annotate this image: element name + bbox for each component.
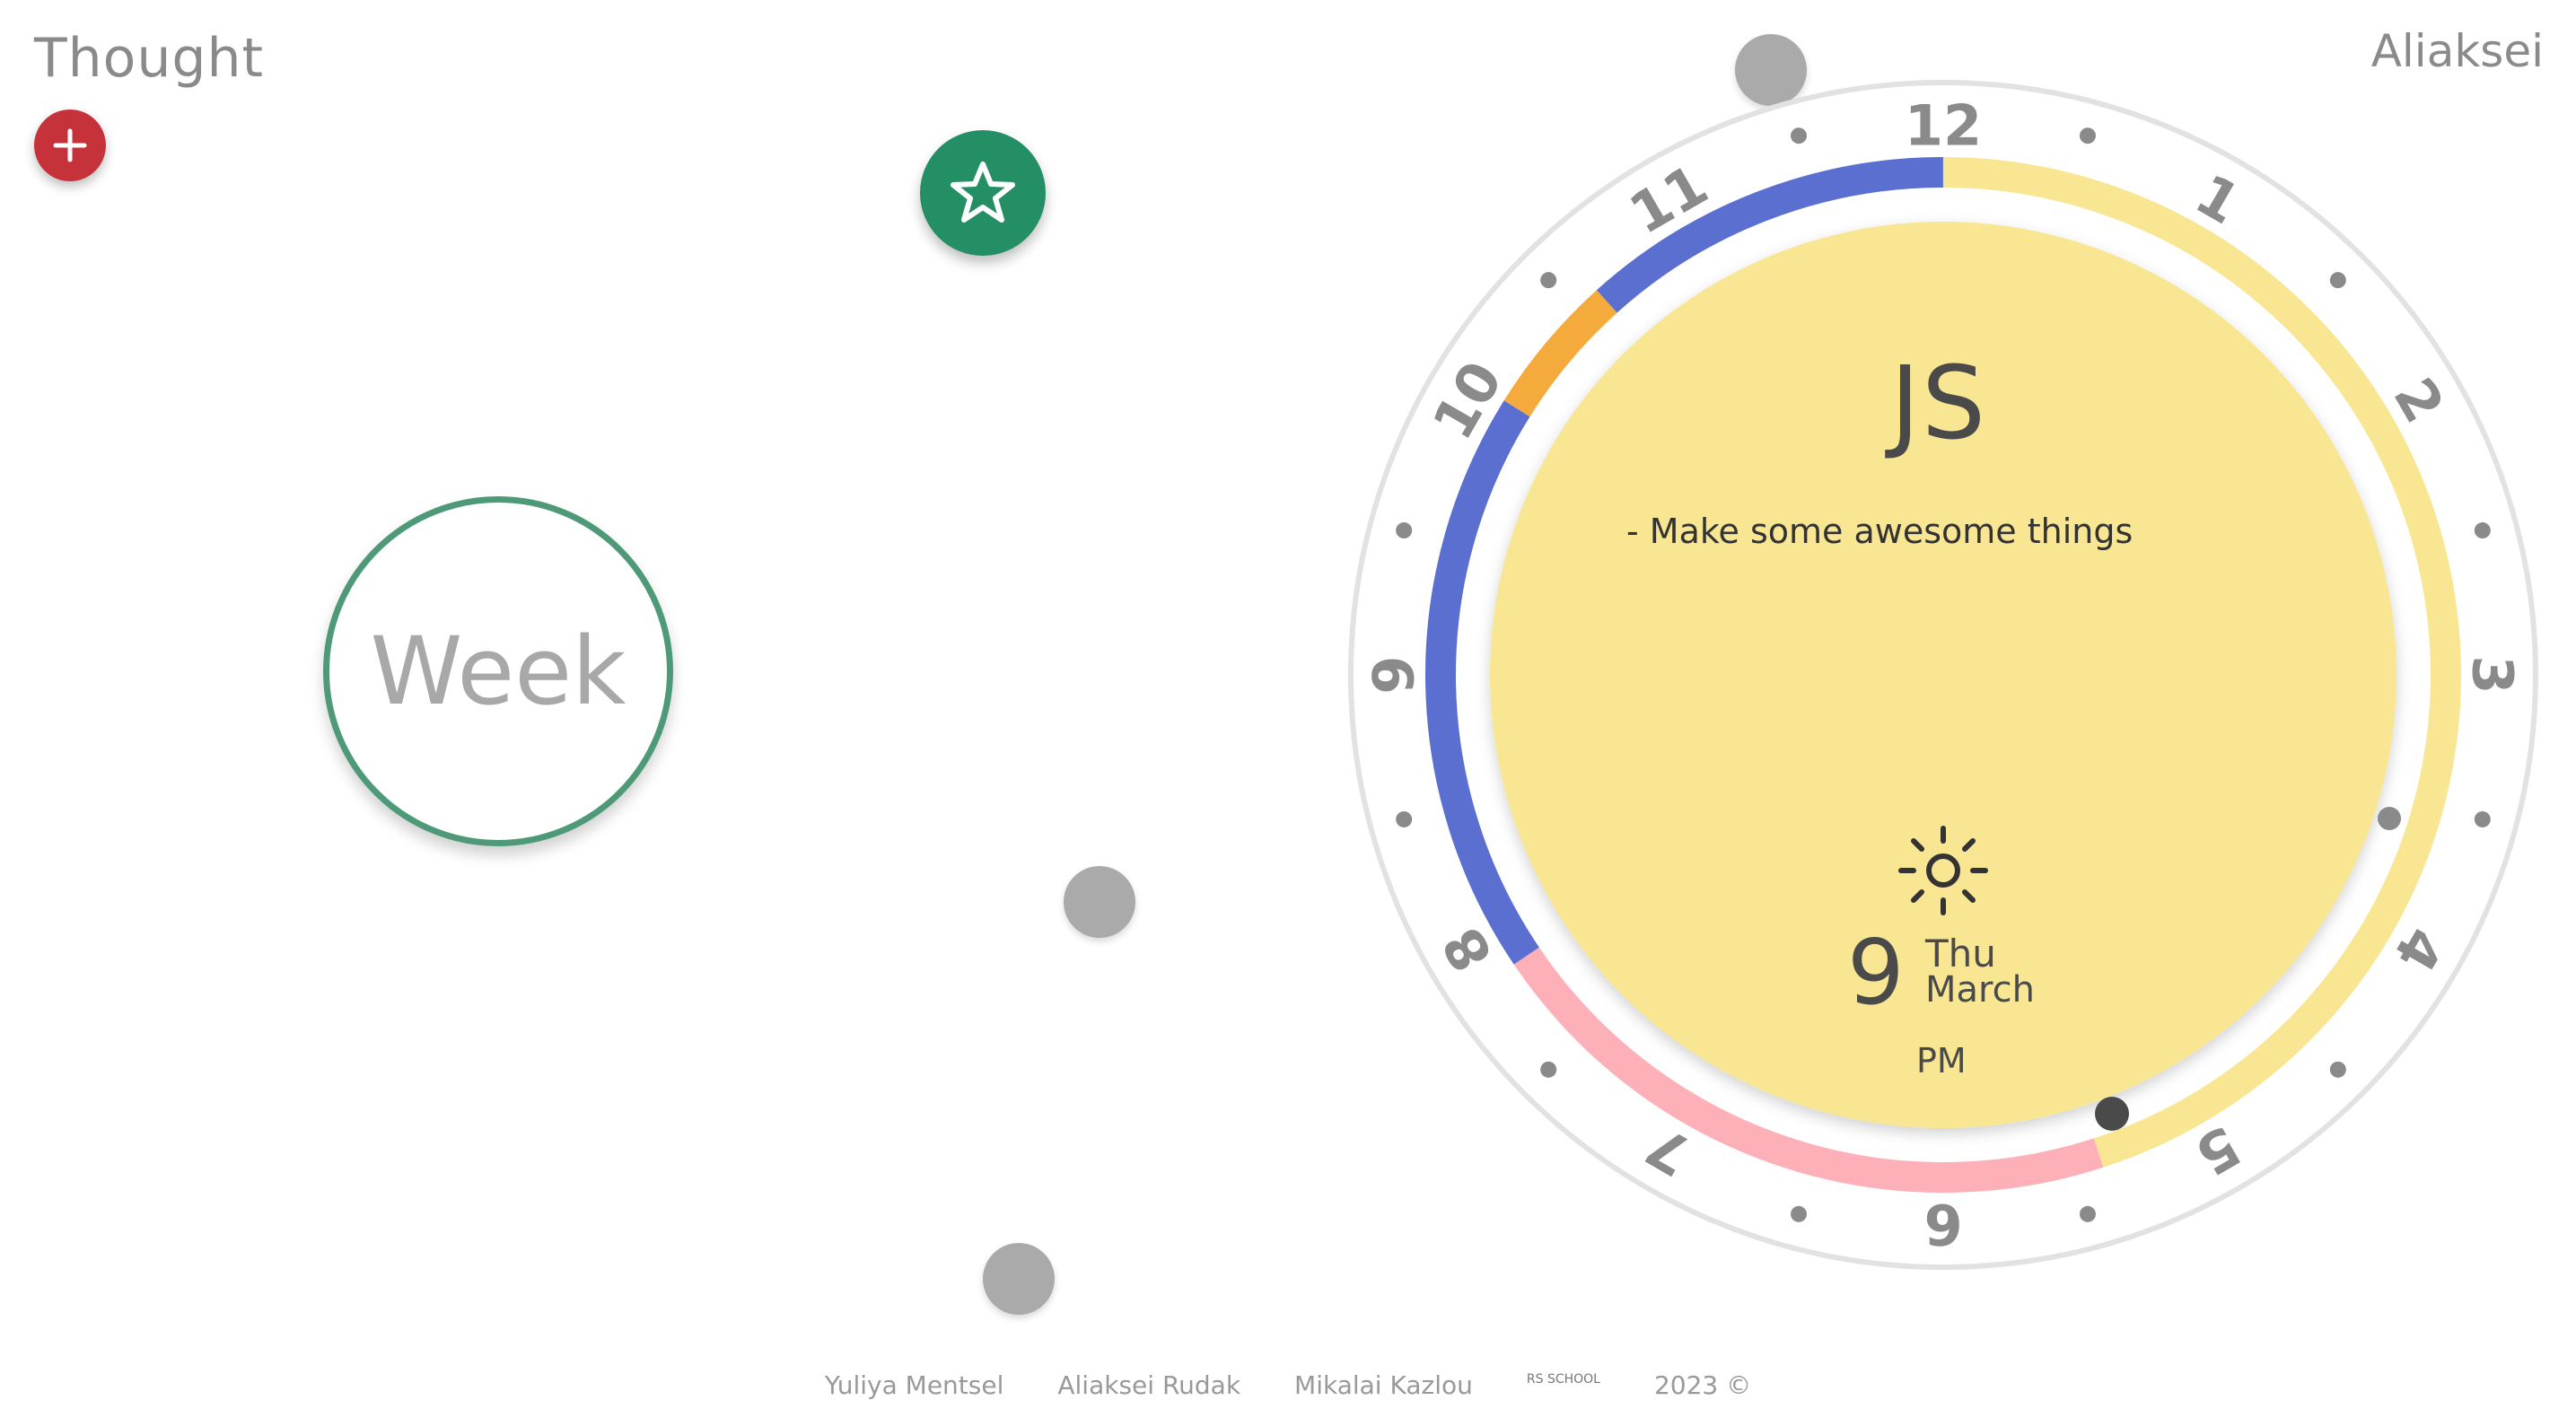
sun-icon (1898, 826, 1988, 915)
author-link[interactable]: Yuliya Mentsel (825, 1370, 1004, 1400)
hour-label: 6 (1923, 1192, 1962, 1257)
date-month: March (1925, 969, 2035, 1011)
tick-dot (2329, 1061, 2346, 1078)
hour-label: 9 (1362, 655, 1427, 694)
copyright: 2023 © (1653, 1370, 1752, 1400)
author-link[interactable]: Mikalai Kazlou (1294, 1370, 1473, 1400)
tick-dot (1791, 127, 1808, 144)
tick-dot (2329, 272, 2346, 289)
date-day: 9 (1847, 920, 1905, 1025)
date-period: PM (1916, 1041, 1967, 1081)
author-link[interactable]: Aliaksei Rudak (1057, 1370, 1240, 1400)
hour-label: 3 (2460, 655, 2526, 694)
tick-dot (1540, 1061, 1557, 1078)
tick-dot (1396, 810, 1413, 827)
tick-dot (2474, 522, 2491, 539)
tick-dot (2079, 127, 2096, 144)
clock-widget: 121234567891011 (1348, 80, 2538, 1270)
rs-school-logo[interactable]: RS SCHOOL (1527, 1370, 1600, 1400)
hour-label: 12 (1905, 93, 1982, 159)
footer: Yuliya Mentsel Aliaksei Rudak Mikalai Ka… (0, 1370, 2576, 1400)
task-title: JS (1889, 346, 1988, 462)
tick-dot (2474, 810, 2491, 827)
tick-dot (1791, 1205, 1808, 1222)
task-description: - Make some awesome things (1626, 512, 2134, 551)
tick-dot (1540, 272, 1557, 289)
hour-hand-dot[interactable] (2095, 1097, 2129, 1131)
tick-dot (1396, 522, 1413, 539)
tick-dot (2079, 1205, 2096, 1222)
minute-hand-dot[interactable] (2378, 807, 2401, 830)
